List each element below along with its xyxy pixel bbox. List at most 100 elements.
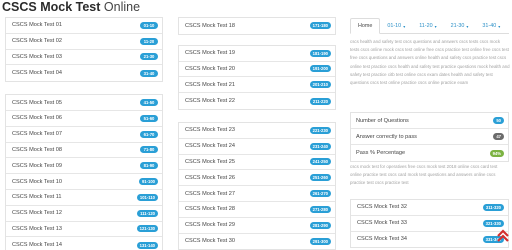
mock-test-label: CSCS Mock Test 28 [185,206,235,213]
mock-test-link[interactable]: CSCS Mock Test 13 121-130 [6,222,162,238]
caret-down-icon: ▾ [466,23,469,29]
mock-test-link[interactable]: CSCS Mock Test 04 31-40 [6,65,162,81]
seo-paragraph-2: cscs mock test for operatives free cscs … [350,164,498,186]
mock-test-link[interactable]: CSCS Mock Test 11 101-110 [6,190,162,206]
mock-test-label: CSCS Mock Test 23 [185,127,235,134]
mock-test-link[interactable]: CSCS Mock Test 24 231-240 [179,139,335,155]
mock-test-link[interactable]: CSCS Mock Test 06 51-60 [6,111,162,127]
mock-test-label: CSCS Mock Test 29 [185,222,235,229]
mock-test-label: CSCS Mock Test 14 [12,242,62,249]
mock-test-link[interactable]: CSCS Mock Test 14 131-140 [6,237,162,250]
mock-test-link[interactable]: CSCS Mock Test 28 271-280 [179,202,335,218]
mock-test-label: CSCS Mock Test 27 [185,190,235,197]
stat-row: Number of Questions 50 [351,113,508,129]
tab-11-20[interactable]: 11-20 ▾ [412,18,443,34]
mock-test-link[interactable]: CSCS Mock Test 32 311-320 [351,200,508,216]
question-range-badge: 121-130 [136,225,158,233]
tab-label: 01-10 [387,23,402,29]
mock-test-link[interactable]: CSCS Mock Test 25 241-250 [179,155,335,171]
page-title-bold: CSCS Mock Test [2,0,101,14]
question-range-badge: 11-20 [140,37,158,45]
tab-home[interactable]: Home [350,18,381,34]
mock-test-link[interactable]: CSCS Mock Test 27 261-270 [179,186,335,202]
mock-test-link[interactable]: CSCS Mock Test 21 201-210 [179,77,335,94]
mock-test-label: CSCS Mock Test 26 [185,174,235,181]
mock-test-link[interactable]: CSCS Mock Test 02 11-20 [6,34,162,50]
mock-test-label: CSCS Mock Test 09 [12,162,62,169]
question-range-badge: 51-60 [140,114,158,122]
double-chevron-up-icon[interactable] [497,229,509,243]
mock-test-label: CSCS Mock Test 10 [12,178,62,185]
mock-test-link[interactable]: CSCS Mock Test 29 281-290 [179,218,335,234]
tab-21-30[interactable]: 21-30 ▾ [444,18,476,34]
stat-row: Pass % Percentage 94% [351,145,508,161]
mock-test-link[interactable]: CSCS Mock Test 07 61-70 [6,127,162,143]
question-range-badge: 41-50 [140,99,158,107]
mock-test-label: CSCS Mock Test 13 [12,225,62,232]
caret-down-icon: ▾ [498,23,501,29]
mock-test-link[interactable]: CSCS Mock Test 10 91-100 [6,174,162,190]
mock-test-link[interactable]: CSCS Mock Test 33 321-330 [351,216,508,232]
mock-test-label: CSCS Mock Test 02 [12,38,62,45]
stat-label: Number of Questions [356,117,409,124]
mock-test-link[interactable]: CSCS Mock Test 34 331-340 [351,232,508,248]
question-range-badge: 221-230 [309,126,331,134]
caret-down-icon: ▾ [434,23,437,29]
mock-test-label: CSCS Mock Test 18 [185,22,235,29]
mock-test-label: CSCS Mock Test 22 [185,98,235,105]
question-range-badge: 211-220 [309,97,331,105]
mock-test-label: CSCS Mock Test 34 [357,236,407,243]
stat-value-badge: 94% [489,149,504,157]
mock-test-link[interactable]: CSCS Mock Test 22 211-220 [179,93,335,109]
question-range-badge: 311-320 [482,203,504,211]
mock-test-label: CSCS Mock Test 20 [185,65,235,72]
question-range-badge: 21-30 [140,53,158,61]
page-title-light: Online [103,0,141,14]
test-group: CSCS Mock Test 19 181-190 CSCS Mock Test 2… [178,44,336,110]
question-range-badge: 251-260 [309,174,331,182]
test-group: CSCS Mock Test 05 41-50 CSCS Mock Test 06 5… [5,94,163,250]
test-group: CSCS Mock Test 18 171-180 [178,17,336,35]
seo-paragraph: cscs health and safety test cscs questio… [350,39,510,86]
mock-test-link[interactable]: CSCS Mock Test 05 41-50 [6,95,162,111]
tab-label: 21-30 [450,23,465,29]
question-range-badge: 201-210 [309,81,331,89]
mock-test-label: CSCS Mock Test 30 [185,238,235,245]
mock-test-label: CSCS Mock Test 06 [12,115,62,122]
question-range-badge: 111-120 [137,209,158,217]
stat-value-badge: 47 [493,133,504,140]
mock-test-link[interactable]: CSCS Mock Test 08 71-80 [6,143,162,159]
mock-test-label: CSCS Mock Test 25 [185,158,235,165]
mock-test-link[interactable]: CSCS Mock Test 01 01-10 [6,18,162,34]
question-range-badge: 291-300 [309,237,331,245]
mock-test-label: CSCS Mock Test 07 [12,131,62,138]
tab-31-40[interactable]: 31-40 ▾ [475,18,507,34]
mock-test-link[interactable]: CSCS Mock Test 12 111-120 [6,206,162,222]
test-group: CSCS Mock Test 32 311-320 CSCS Mock Test 3… [350,199,509,249]
range-tabs: Home 01-10 ▾ 11-20 ▾ 21-30 ▾ 31-40 ▾ [350,18,509,34]
mock-test-link[interactable]: CSCS Mock Test 23 221-230 [179,123,335,139]
question-range-badge: 281-290 [309,221,331,229]
question-range-badge: 131-140 [136,241,158,249]
mock-test-link[interactable]: CSCS Mock Test 30 291-300 [179,234,335,250]
mock-test-link[interactable]: CSCS Mock Test 09 81-90 [6,158,162,175]
mock-test-label: CSCS Mock Test 32 [357,204,407,211]
mock-test-link[interactable]: CSCS Mock Test 20 191-200 [179,62,335,78]
test-group: CSCS Mock Test 23 221-230 CSCS Mock Test 2… [178,121,336,250]
mock-test-label: CSCS Mock Test 12 [12,210,62,217]
mock-test-link[interactable]: CSCS Mock Test 19 181-190 [179,46,335,62]
tab-label: 31-40 [482,23,497,29]
tab-01-10[interactable]: 01-10 ▾ [380,18,412,34]
mock-test-label: CSCS Mock Test 21 [185,81,235,88]
mock-test-link[interactable]: CSCS Mock Test 26 251-260 [179,170,335,187]
question-range-badge: 241-250 [309,158,331,166]
mock-test-link[interactable]: CSCS Mock Test 18 171-180 [179,18,335,34]
mock-test-label: CSCS Mock Test 24 [185,143,235,150]
mock-test-label: CSCS Mock Test 05 [12,99,62,106]
question-range-badge: 61-70 [140,130,158,138]
right-column-list: CSCS Mock Test 32 311-320 CSCS Mock Test 3… [350,199,509,249]
mock-test-link[interactable]: CSCS Mock Test 03 21-30 [6,50,162,66]
question-range-badge: 321-330 [482,219,504,227]
page-title: CSCS Mock Test Online [2,0,140,14]
test-stats-panel: Number of Questions 50 Answer correctly to… [350,112,509,162]
